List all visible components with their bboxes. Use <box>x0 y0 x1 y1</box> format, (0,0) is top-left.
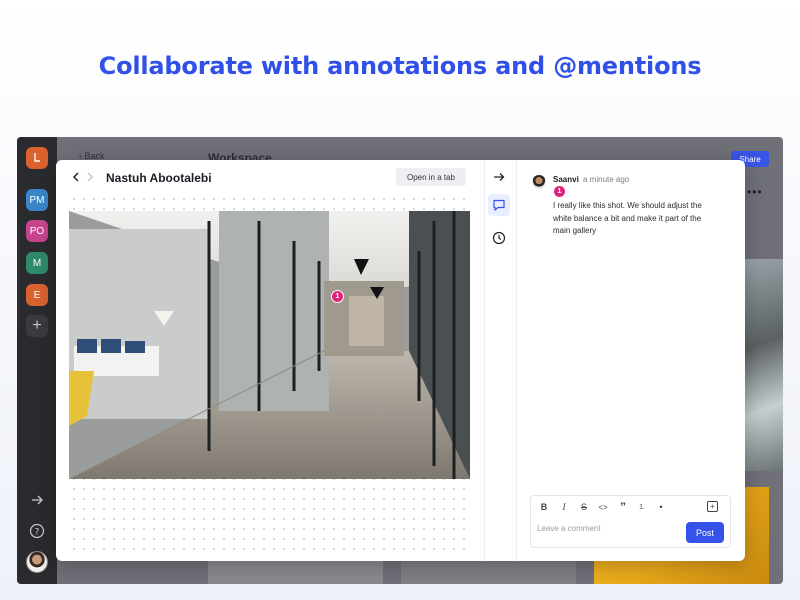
history-tab[interactable] <box>488 227 510 249</box>
strikethrough-icon[interactable]: S <box>577 500 591 514</box>
annotation-canvas[interactable]: 1 <box>69 194 470 557</box>
bold-icon[interactable]: B <box>537 500 551 514</box>
svg-text:?: ? <box>35 527 40 537</box>
office-hallway-image <box>69 211 470 479</box>
post-button[interactable]: Post <box>686 522 724 543</box>
workspace-po-button[interactable]: PO <box>26 220 48 242</box>
gallery-tile <box>208 561 383 584</box>
help-icon[interactable]: ? <box>28 522 46 540</box>
comment-input[interactable] <box>537 524 677 533</box>
workspace-pm-button[interactable]: PM <box>26 189 48 211</box>
viewer-title: Nastuh Abootalebi <box>106 171 212 185</box>
comment-text: I really like this shot. We should adjus… <box>553 201 702 235</box>
commenter-avatar <box>532 175 546 189</box>
workspace-m-button[interactable]: M <box>26 252 48 274</box>
chevron-left-icon[interactable] <box>69 170 83 184</box>
home-workspace-button[interactable] <box>26 147 48 169</box>
add-note-icon[interactable]: + <box>707 501 718 512</box>
office-photo[interactable]: 1 <box>69 211 470 479</box>
workspace-rail: PM PO M E + ? <box>17 137 57 584</box>
open-in-tab-button[interactable]: Open in a tab <box>396 168 466 186</box>
comment-pin-badge[interactable]: 1 <box>553 185 566 198</box>
comment-author: Saanvi <box>553 175 579 184</box>
ordered-list-icon[interactable]: 1. <box>635 500 649 514</box>
chevron-right-icon[interactable] <box>83 170 97 184</box>
comment-icon <box>493 199 505 211</box>
code-icon[interactable]: <> <box>596 500 610 514</box>
home-icon <box>34 153 40 162</box>
annotation-modal: Nastuh Abootalebi Open in a tab 1 Saanvi… <box>56 160 745 561</box>
workspace-e-button[interactable]: E <box>26 284 48 306</box>
gallery-tile <box>745 259 783 471</box>
gallery-tile <box>401 561 576 584</box>
comment-editor: B I S <> ” 1. • + Post <box>530 495 731 548</box>
page-headline: Collaborate with annotations and @mentio… <box>98 52 702 80</box>
comment-timestamp: a minute ago <box>583 175 630 184</box>
more-options-icon[interactable]: ••• <box>747 185 763 199</box>
panel-divider <box>484 160 485 561</box>
user-avatar[interactable] <box>26 551 48 573</box>
workspace-label: E <box>33 289 41 301</box>
italic-icon[interactable]: I <box>557 500 571 514</box>
annotation-pin[interactable]: 1 <box>331 290 344 303</box>
workspace-label: PO <box>29 225 45 237</box>
comments-tab[interactable] <box>488 194 510 216</box>
clock-icon <box>492 231 506 245</box>
bullet-list-icon[interactable]: • <box>654 500 668 514</box>
add-workspace-button[interactable]: + <box>26 315 48 337</box>
workspace-label: PM <box>29 194 45 206</box>
quote-icon[interactable]: ” <box>616 500 630 514</box>
collapse-panel-button[interactable] <box>488 166 510 188</box>
arrow-right-icon <box>494 173 505 181</box>
panel-divider <box>516 160 517 561</box>
arrow-right-icon[interactable] <box>28 491 46 509</box>
workspace-label: M <box>32 257 42 269</box>
